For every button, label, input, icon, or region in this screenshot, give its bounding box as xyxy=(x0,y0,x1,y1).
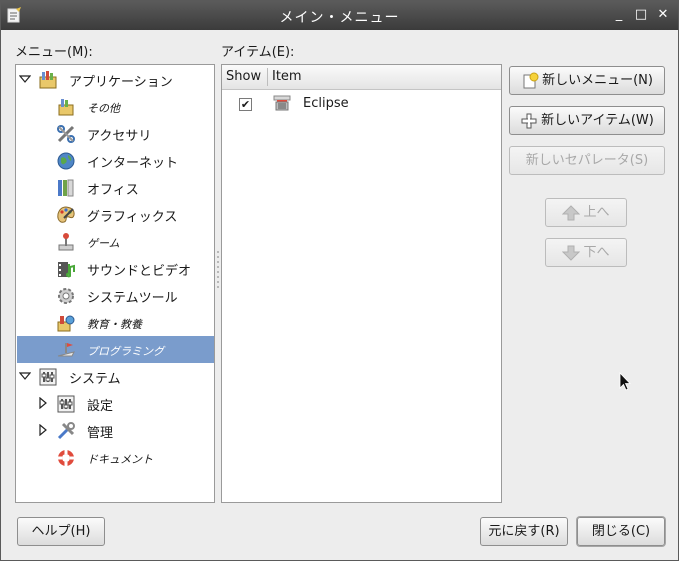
eclipse-icon xyxy=(273,95,291,111)
close-button[interactable]: 閉じる(C) xyxy=(577,517,665,546)
tree-item-label: 設定 xyxy=(87,399,114,414)
expander-closed-icon[interactable] xyxy=(37,397,49,409)
tree-item[interactable]: システムツール xyxy=(17,282,214,309)
items-list-header: Show Item xyxy=(222,65,501,90)
menus-label: メニュー(M): xyxy=(15,45,93,60)
tree-item[interactable]: グラフィックス xyxy=(17,201,214,228)
education-icon xyxy=(57,315,75,332)
arrow-up-icon xyxy=(562,204,581,220)
programming-icon xyxy=(57,343,75,357)
tree-item-label: ゲーム xyxy=(87,237,120,250)
show-checkbox[interactable]: ✔ xyxy=(239,98,252,111)
tree-item[interactable]: サウンドとビデオ xyxy=(17,255,214,282)
tree-item-label: インターネット xyxy=(87,156,179,171)
move-up-label: 上へ xyxy=(583,205,610,220)
tree-item[interactable]: ゲーム xyxy=(17,228,214,255)
new-menu-button[interactable]: 新しいメニュー(N) xyxy=(509,66,665,95)
help-button[interactable]: ヘルプ(H) xyxy=(17,517,105,546)
plus-icon xyxy=(521,113,537,128)
tree-item-label: 管理 xyxy=(87,426,114,441)
menu-tree[interactable]: アプリケーションその他アクセサリインターネット オフィスグラフィックス ゲームサウン… xyxy=(15,64,215,503)
tree-item-label: プログラミング xyxy=(87,345,164,358)
move-up-button[interactable]: 上へ xyxy=(545,198,627,227)
maximize-button[interactable]: □ xyxy=(633,7,649,23)
internet-globe-icon xyxy=(57,152,75,170)
tree-item[interactable]: 教育・教養 xyxy=(17,309,214,336)
expander-open-icon[interactable] xyxy=(19,370,31,382)
pane-splitter[interactable] xyxy=(217,251,219,291)
close-window-button[interactable]: ✕ xyxy=(655,7,671,23)
window-title: メイン・メニュー xyxy=(279,10,400,26)
tree-item-label: サウンドとビデオ xyxy=(87,264,192,279)
administration-tools-icon xyxy=(57,422,75,440)
tree-item-label: アプリケーション xyxy=(69,75,173,90)
tree-item-label: グラフィックス xyxy=(87,210,178,225)
tree-item[interactable]: システム xyxy=(17,363,214,390)
move-down-label: 下へ xyxy=(583,245,610,260)
tree-item[interactable]: アプリケーション xyxy=(17,66,214,93)
tree-item[interactable]: アクセサリ xyxy=(17,120,214,147)
tree-item[interactable]: インターネット xyxy=(17,147,214,174)
system-tools-gear-icon xyxy=(58,288,74,304)
item-row-eclipse[interactable]: ✔ Eclipse xyxy=(222,91,501,117)
new-item-button[interactable]: 新しいアイテム(W) xyxy=(509,106,665,135)
expander-closed-icon[interactable] xyxy=(37,424,49,436)
tree-item-label: その他 xyxy=(87,102,120,115)
mouse-pointer-icon xyxy=(619,372,631,391)
games-joystick-icon xyxy=(58,233,74,251)
tree-item-label: オフィス xyxy=(87,183,139,198)
items-label: アイテム(E): xyxy=(221,45,295,60)
tree-item[interactable]: その他 xyxy=(17,93,214,120)
main-menu-window: メイン・メニュー _ □ ✕ メニュー(M): アイテム(E): アプリケーショ… xyxy=(0,0,679,561)
expander-open-icon[interactable] xyxy=(19,73,31,85)
new-menu-icon xyxy=(523,72,539,88)
revert-button[interactable]: 元に戻す(R) xyxy=(480,517,568,546)
minimize-button[interactable]: _ xyxy=(611,7,627,23)
items-list[interactable]: Show Item ✔ Eclipse xyxy=(221,64,502,503)
system-icon xyxy=(39,368,57,386)
tree-item[interactable]: 管理 xyxy=(17,417,214,444)
item-name: Eclipse xyxy=(303,96,349,111)
office-icon xyxy=(58,179,74,197)
tree-item[interactable]: オフィス xyxy=(17,174,214,201)
tree-item-label: システムツール xyxy=(87,291,178,306)
tree-item[interactable]: プログラミング xyxy=(17,336,214,363)
move-down-button[interactable]: 下へ xyxy=(545,238,627,267)
tree-item-label: システム xyxy=(69,372,121,387)
accessories-icon xyxy=(57,125,75,143)
documentation-lifebuoy-icon xyxy=(58,450,74,466)
tree-item-label: ドキュメント xyxy=(87,453,153,466)
arrow-down-icon xyxy=(562,245,581,261)
title-bar[interactable]: メイン・メニュー _ □ ✕ xyxy=(1,1,678,30)
column-header-item[interactable]: Item xyxy=(272,69,302,84)
new-separator-button[interactable]: 新しいセパレータ(S) xyxy=(509,146,665,175)
tree-item-label: 教育・教養 xyxy=(87,318,142,331)
column-header-show[interactable]: Show xyxy=(226,69,261,84)
applications-icon xyxy=(39,71,57,89)
new-item-label: 新しいアイテム(W) xyxy=(541,113,654,128)
tree-item[interactable]: ドキュメント xyxy=(17,444,214,471)
graphics-palette-icon xyxy=(57,206,75,223)
sound-video-icon xyxy=(58,262,75,278)
tree-item[interactable]: 設定 xyxy=(17,390,214,417)
new-menu-label: 新しいメニュー(N) xyxy=(542,73,653,88)
preferences-icon xyxy=(57,395,75,413)
tree-item-label: アクセサリ xyxy=(87,129,152,144)
other-icon xyxy=(58,99,74,116)
